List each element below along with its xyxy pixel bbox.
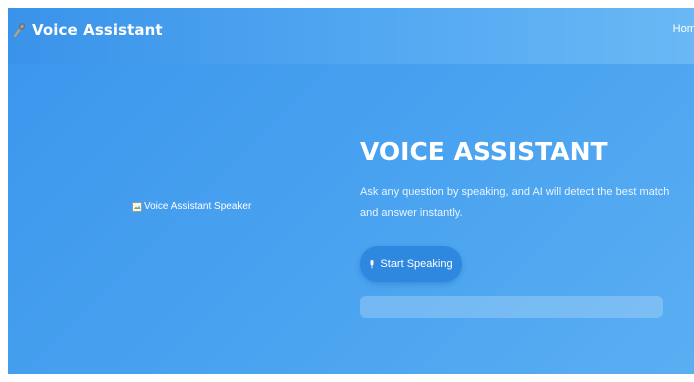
brand-title: Voice Assistant: [32, 21, 163, 39]
hero-content: VOICE ASSISTANT Ask any question by spea…: [360, 134, 670, 318]
hero-image: Voice Assistant Speaker: [132, 201, 251, 212]
page: Voice Assistant Home Voice Assistant Spe…: [8, 8, 694, 374]
microphone-icon: [14, 23, 26, 37]
navbar: Voice Assistant Home: [8, 8, 694, 64]
start-speaking-label: Start Speaking: [380, 258, 453, 270]
nav-link-home[interactable]: Home: [673, 23, 694, 35]
microphone-icon: [370, 259, 374, 268]
hero-image-alt-text: Voice Assistant Speaker: [144, 201, 252, 212]
broken-image-icon: [132, 201, 142, 212]
start-speaking-button[interactable]: Start Speaking: [360, 246, 462, 282]
response-output: [360, 296, 663, 318]
hero-title: VOICE ASSISTANT: [360, 137, 608, 166]
hero-description: Ask any question by speaking, and AI wil…: [360, 186, 670, 219]
brand[interactable]: Voice Assistant: [12, 19, 163, 41]
